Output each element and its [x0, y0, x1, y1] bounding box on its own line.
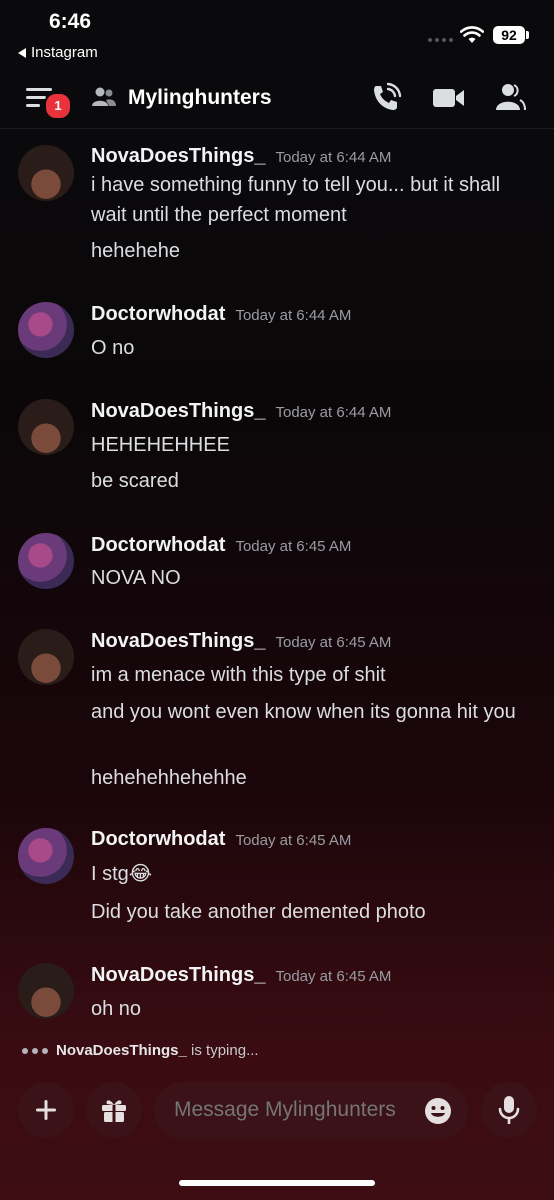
timestamp: Today at 6:44 AM: [235, 307, 352, 324]
message-text: hehehehhehehhe: [91, 767, 247, 789]
message-text: oh no: [91, 998, 142, 1020]
status-time: 6:46: [49, 10, 92, 33]
channel-title: Mylinghunters: [128, 86, 272, 109]
avatar[interactable]: [18, 399, 74, 455]
avatar[interactable]: [18, 963, 74, 1019]
username[interactable]: NovaDoesThings_: [91, 630, 265, 652]
username[interactable]: NovaDoesThings_: [91, 964, 265, 986]
timestamp: Today at 6:44 AM: [275, 149, 392, 166]
message-text: and you wont even know when its gonna hi…: [91, 701, 516, 723]
message-text: hehehehe: [91, 240, 180, 262]
add-attachment-button[interactable]: [18, 1082, 74, 1138]
timestamp: Today at 6:45 AM: [275, 968, 392, 985]
avatar[interactable]: [18, 629, 74, 685]
group-icon: [92, 87, 116, 106]
message-header: Doctorwhodat Today at 6:44 AM: [91, 303, 351, 326]
back-to-app-link[interactable]: Instagram: [18, 44, 98, 61]
message-input[interactable]: [174, 1098, 404, 1122]
typing-user: NovaDoesThings_: [56, 1042, 187, 1059]
battery-indicator: 92: [493, 26, 525, 44]
wifi-icon: [460, 26, 484, 43]
avatar[interactable]: [18, 828, 74, 884]
message-text: I stg😂: [91, 863, 153, 885]
message-text: NOVA NO: [91, 567, 181, 589]
back-app-label: Instagram: [31, 44, 98, 61]
username[interactable]: NovaDoesThings_: [91, 145, 265, 167]
message-header: NovaDoesThings_ Today at 6:44 AM: [91, 145, 391, 168]
typing-dots-icon: [22, 1047, 48, 1054]
gift-button[interactable]: [86, 1082, 142, 1138]
message-text: be scared: [91, 470, 179, 492]
timestamp: Today at 6:45 AM: [235, 832, 352, 849]
back-arrow-icon: [18, 47, 26, 58]
timestamp: Today at 6:44 AM: [275, 404, 392, 421]
gift-icon: [102, 1100, 126, 1122]
username[interactable]: Doctorwhodat: [91, 828, 225, 850]
message-header: NovaDoesThings_ Today at 6:45 AM: [91, 630, 391, 653]
video-icon[interactable]: [432, 86, 466, 110]
call-icon[interactable]: [370, 82, 402, 114]
message-header: Doctorwhodat Today at 6:45 AM: [91, 534, 351, 557]
message-text: O no: [91, 337, 135, 359]
message-text: Did you take another demented photo: [91, 901, 426, 923]
message-text: HEHEHEHHEE: [91, 434, 230, 456]
voice-message-button[interactable]: [481, 1082, 537, 1138]
microphone-icon: [498, 1096, 520, 1124]
message-header: NovaDoesThings_ Today at 6:45 AM: [91, 964, 391, 987]
username[interactable]: Doctorwhodat: [91, 534, 225, 556]
message-header: NovaDoesThings_ Today at 6:44 AM: [91, 400, 391, 423]
timestamp: Today at 6:45 AM: [235, 538, 352, 555]
message-text: i have something funny to tell you... bu…: [91, 174, 501, 226]
typing-suffix: is typing...: [191, 1042, 259, 1059]
timestamp: Today at 6:45 AM: [275, 634, 392, 651]
avatar[interactable]: [18, 533, 74, 589]
channel-header: [0, 70, 554, 129]
home-indicator[interactable]: [179, 1180, 375, 1186]
message-text: im a menace with this type of shit: [91, 664, 386, 686]
plus-icon: [36, 1100, 56, 1120]
username[interactable]: NovaDoesThings_: [91, 400, 265, 422]
typing-indicator: NovaDoesThings_ is typing...: [22, 1042, 259, 1059]
avatar[interactable]: [18, 302, 74, 358]
emoji-icon[interactable]: [424, 1097, 452, 1125]
message-header: Doctorwhodat Today at 6:45 AM: [91, 828, 351, 851]
battery-cap: [526, 31, 529, 39]
username[interactable]: Doctorwhodat: [91, 303, 225, 325]
notification-badge: 1: [44, 92, 72, 120]
avatar[interactable]: [18, 145, 74, 201]
cellular-signal-icon: [428, 38, 453, 42]
members-icon[interactable]: [494, 82, 526, 112]
message-composer[interactable]: [154, 1082, 468, 1140]
